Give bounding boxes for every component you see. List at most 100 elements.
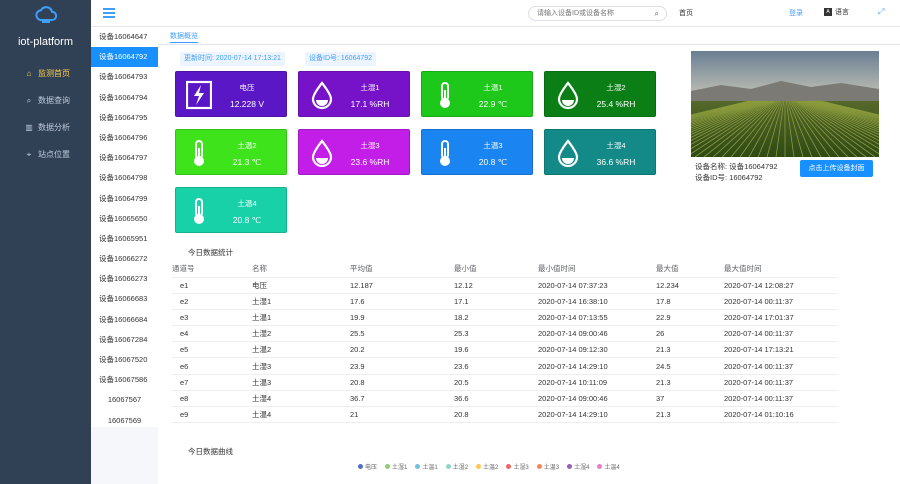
upload-cover-button[interactable]: 点击上传设备封面 <box>800 160 873 177</box>
legend-item[interactable]: 土湿2 <box>445 462 468 471</box>
legend-item[interactable]: 土温1 <box>415 462 438 471</box>
table-cell: e2 <box>172 293 244 310</box>
legend-item[interactable]: 电压 <box>358 462 377 471</box>
hamburger-icon[interactable] <box>103 8 115 18</box>
sensor-card[interactable]: 土湿1 17.1 %RH <box>298 71 410 117</box>
tab-overview[interactable]: 数据概览 <box>170 31 198 43</box>
thermometer-icon <box>186 196 212 226</box>
table-cell: e5 <box>172 341 244 359</box>
device-list-item[interactable]: 设备16065951 <box>91 229 158 249</box>
device-list-item[interactable]: 设备16067520 <box>91 350 158 370</box>
device-list-item[interactable]: 设备16064799 <box>91 189 158 209</box>
sensor-card[interactable]: 土湿2 25.4 %RH <box>544 71 656 117</box>
sensor-name: 土温1 <box>483 83 503 92</box>
legend-item[interactable]: 土湿1 <box>385 462 407 471</box>
search-input[interactable] <box>529 7 639 20</box>
table-cell: 2020-07-14 09:12:30 <box>538 341 650 359</box>
device-list-item[interactable]: 设备16064798 <box>91 168 158 188</box>
table-cell: 21.3 <box>650 406 724 424</box>
table-cell: 电压 <box>244 277 342 294</box>
device-name: 设备名称: 设备16064792 <box>695 162 778 171</box>
thermometer-icon <box>186 138 212 168</box>
sensor-name: 电压 <box>239 83 255 92</box>
legend-dot-icon <box>597 464 603 469</box>
table-cell: 20.8 <box>342 374 442 391</box>
table-cell: 17.8 <box>650 293 724 310</box>
sensor-card[interactable]: 电压 12.228 V <box>175 71 287 117</box>
sensor-value: 17.1 %RH <box>350 99 390 109</box>
device-list-item[interactable]: 设备16066272 <box>91 249 158 269</box>
login-link[interactable]: 登录 <box>789 8 803 18</box>
device-list-item[interactable]: 设备16066683 <box>91 289 158 309</box>
legend-label: 土湿3 <box>513 465 529 471</box>
table-cell: 26 <box>650 325 724 343</box>
table-cell: 18.2 <box>442 309 538 327</box>
table-cell: e7 <box>172 374 244 391</box>
sensor-card[interactable]: 土温2 21.3 ℃ <box>175 129 287 175</box>
table-cell: 2020-07-14 00:11:37 <box>724 293 838 310</box>
legend-dot-icon <box>536 464 542 469</box>
device-list-item[interactable]: 设备16066684 <box>91 310 158 330</box>
sensor-card[interactable]: 土湿4 36.6 %RH <box>544 129 656 175</box>
sensor-card[interactable]: 土湿3 23.6 %RH <box>298 129 410 175</box>
device-list-item[interactable]: 16067567 <box>91 390 158 410</box>
table-cell: 12.187 <box>342 277 442 294</box>
table-cell: 2020-07-14 00:11:37 <box>724 325 838 343</box>
table-cell: e3 <box>172 309 244 327</box>
table-cell: 36.6 <box>442 390 538 408</box>
sidebar-item-1[interactable]: ⌕ 数据查询 <box>0 87 91 114</box>
tab-divider <box>158 44 900 45</box>
table-cell: 17.6 <box>342 293 442 310</box>
legend-item[interactable]: 土湿3 <box>506 462 529 471</box>
sensor-card[interactable]: 土温4 20.8 ℃ <box>175 187 287 233</box>
device-list-item[interactable]: 设备16066273 <box>91 269 158 289</box>
legend-item[interactable]: 土温3 <box>536 462 559 471</box>
language-selector[interactable]: A 语言 <box>824 7 849 17</box>
table-cell: 21.3 <box>650 341 724 359</box>
device-list-item[interactable]: 设备16064796 <box>91 128 158 148</box>
legend-label: 土温1 <box>422 465 438 471</box>
legend-item[interactable]: 土温4 <box>597 462 620 471</box>
sensor-card[interactable]: 土温3 20.8 ℃ <box>421 129 533 175</box>
device-id-badge: 设备ID号: 16064792 <box>305 52 377 66</box>
sensor-name: 土湿2 <box>606 83 626 92</box>
language-icon: A <box>824 8 832 16</box>
home-link[interactable]: 首页 <box>679 8 693 18</box>
device-list-item[interactable]: 设备16064795 <box>91 108 158 128</box>
fullscreen-icon[interactable]: ⤢ <box>878 7 884 17</box>
table-cell: 土温2 <box>244 341 342 359</box>
search-icon[interactable]: ⌕ <box>655 9 659 19</box>
device-list-item[interactable]: 设备16067586 <box>91 370 158 390</box>
sensor-name: 土温3 <box>483 141 503 150</box>
sidebar-item-3[interactable]: ⌖ 站点位置 <box>0 141 91 168</box>
stats-header-cell: 最小值 <box>442 260 538 278</box>
brand-title: iot-platform <box>17 36 74 48</box>
table-cell: 2020-07-14 00:11:37 <box>724 357 838 375</box>
sidebar-item-label: 监测首页 <box>38 69 70 78</box>
device-id-info: 设备ID号: 16064792 <box>695 173 763 182</box>
sidebar-item-0[interactable]: ⌂ 监测首页 <box>0 60 91 87</box>
update-time: 更新时间: 2020-07-14 17:13:21 <box>180 52 285 66</box>
device-list-item[interactable]: 设备16064794 <box>91 88 158 108</box>
table-cell: 25.5 <box>342 325 442 343</box>
device-list-item[interactable]: 16067569 <box>91 411 158 431</box>
legend-item[interactable]: 土湿4 <box>567 462 589 471</box>
sensor-value: 21.3 ℃ <box>232 157 262 167</box>
sensor-card[interactable]: 土温1 22.9 ℃ <box>421 71 533 117</box>
table-row: e4 土湿2 25.5 25.3 2020-07-14 09:00:46 26 2020-0… <box>172 325 838 343</box>
device-list-item[interactable]: 设备16065650 <box>91 209 158 229</box>
legend-item[interactable]: 土温2 <box>476 462 498 471</box>
cloud-logo-icon <box>35 6 58 23</box>
table-cell: 19.9 <box>342 309 442 327</box>
legend-dot-icon <box>445 464 451 469</box>
legend-label: 土温2 <box>483 465 499 471</box>
device-list-item[interactable]: 设备16064797 <box>91 148 158 168</box>
device-list-item[interactable]: 设备16064647 <box>91 27 158 47</box>
sidebar-item-2[interactable]: ▥ 数据分析 <box>0 114 91 141</box>
sidebar: iot-platform ⌂ 监测首页 ⌕ 数据查询 ▥ 数据分析 ⌖ 站点位置 <box>0 0 91 484</box>
device-list-item[interactable]: 设备16064793 <box>91 67 158 87</box>
table-row: e3 土温1 19.9 18.2 2020-07-14 07:13:55 22.9 2020… <box>172 309 838 327</box>
table-row: e9 土温4 21 20.8 2020-07-14 14:29:10 21.3 2020-0… <box>172 406 838 424</box>
device-list-item[interactable]: 设备16067284 <box>91 330 158 350</box>
device-list-item[interactable]: 设备16064792 <box>91 47 158 68</box>
